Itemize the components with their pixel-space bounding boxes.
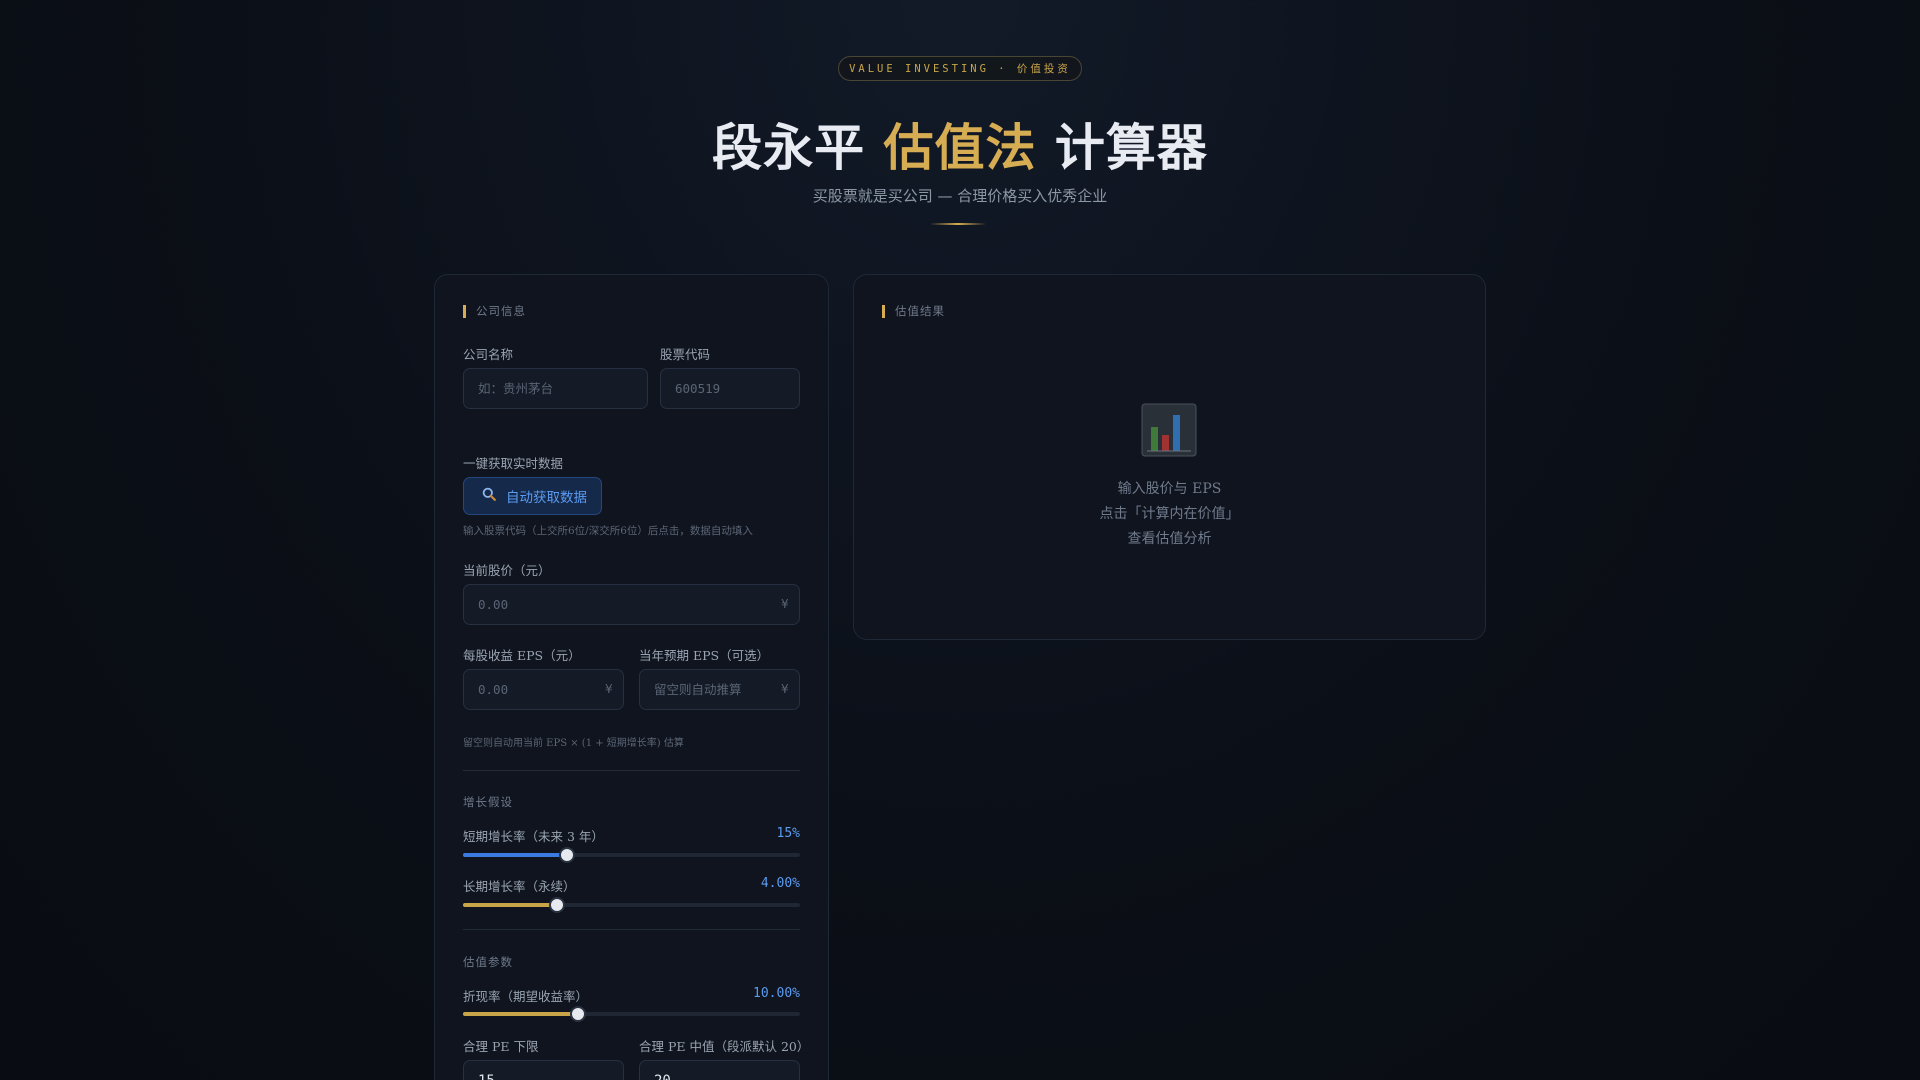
yen-icon: ¥ bbox=[605, 682, 613, 696]
long-growth-thumb[interactable] bbox=[549, 897, 565, 913]
short-growth-thumb[interactable] bbox=[559, 847, 575, 863]
short-growth-label: 短期增长率（未来 3 年） bbox=[463, 829, 604, 844]
fetch-hint: 输入股票代码（上交所6位/深交所6位）后点击，数据自动填入 bbox=[463, 525, 753, 537]
short-growth-value: 15% bbox=[776, 826, 800, 841]
empty-state-line3: 查看估值分析 bbox=[1127, 531, 1212, 547]
value-investing-badge: VALUE INVESTING · 价值投资 bbox=[838, 56, 1082, 81]
eps-input[interactable] bbox=[463, 669, 624, 710]
stock-code-input[interactable] bbox=[660, 368, 800, 409]
forward-eps-input[interactable] bbox=[639, 669, 800, 710]
discount-rate-value: 10.00% bbox=[753, 986, 800, 1001]
stock-code-label[interactable]: 股票代码 bbox=[660, 344, 710, 363]
company-section-title: 公司信息 bbox=[463, 305, 526, 318]
empty-state-line2: 点击「计算内在价值」 bbox=[1099, 506, 1240, 522]
price-label: 当前股价（元） bbox=[463, 563, 551, 578]
pe-low-input[interactable] bbox=[463, 1060, 624, 1080]
forward-eps-label: 当年预期 EPS（可选） bbox=[639, 648, 770, 663]
pe-mid-input[interactable] bbox=[639, 1060, 800, 1080]
yen-icon: ¥ bbox=[781, 597, 789, 611]
discount-rate-label: 折现率（期望收益率） bbox=[463, 989, 589, 1004]
pe-mid-label: 合理 PE 中值（段派默认 20） bbox=[639, 1039, 810, 1054]
long-growth-slider[interactable] bbox=[463, 897, 800, 913]
title-part2: 计算器 bbox=[1036, 119, 1208, 177]
result-section-title: 估值结果 bbox=[882, 305, 945, 318]
title-part1: 段永平 bbox=[712, 119, 884, 177]
title-divider bbox=[930, 223, 986, 225]
fetch-data-label: 一键获取实时数据 bbox=[463, 456, 564, 471]
title-highlight: 估值法 bbox=[883, 119, 1037, 177]
page-subtitle: 买股票就是买公司 — 合理价格买入优秀企业 bbox=[812, 187, 1108, 205]
discount-rate-slider[interactable] bbox=[463, 1006, 800, 1022]
short-growth-fill bbox=[463, 853, 567, 857]
empty-state-line1: 输入股价与 EPS bbox=[1117, 481, 1222, 497]
pe-low-label: 合理 PE 下限 bbox=[463, 1039, 539, 1054]
long-growth-label: 长期增长率（永续） bbox=[463, 879, 576, 894]
eps-hint: 留空则自动用当前 EPS × (1 + 短期增长率) 估算 bbox=[463, 738, 684, 749]
discount-rate-fill bbox=[463, 1012, 578, 1016]
growth-section-title: 增长假设 bbox=[463, 795, 513, 809]
valuation-section-title: 估值参数 bbox=[463, 955, 513, 969]
search-icon bbox=[482, 487, 496, 505]
bar-chart-icon bbox=[1141, 403, 1197, 457]
company-name-label: 公司名称 bbox=[463, 347, 514, 362]
auto-fetch-button-label: 自动获取数据 bbox=[506, 490, 587, 506]
auto-fetch-button[interactable]: 自动获取数据 bbox=[463, 477, 602, 515]
discount-rate-thumb[interactable] bbox=[570, 1006, 586, 1022]
eps-label: 每股收益 EPS（元） bbox=[463, 648, 581, 663]
section-divider bbox=[463, 929, 800, 930]
company-name-input[interactable] bbox=[463, 368, 648, 409]
page-title: 段永平 估值法 计算器 bbox=[0, 108, 1920, 180]
short-growth-slider[interactable] bbox=[463, 847, 800, 863]
yen-icon: ¥ bbox=[781, 682, 789, 696]
long-growth-fill bbox=[463, 903, 557, 907]
price-input[interactable] bbox=[463, 584, 800, 625]
long-growth-value: 4.00% bbox=[760, 876, 800, 891]
section-divider bbox=[463, 770, 800, 771]
